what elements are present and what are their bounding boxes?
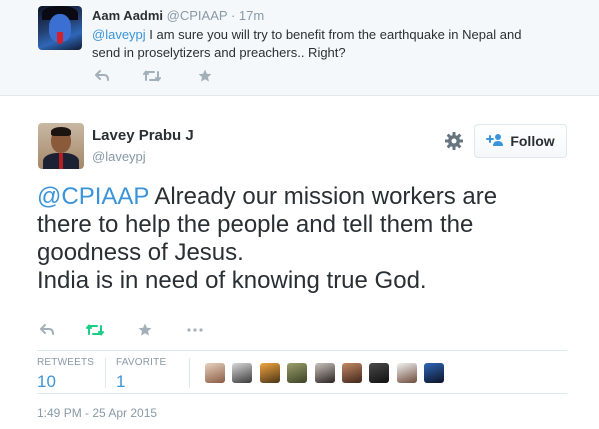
avatar[interactable] [397, 363, 417, 383]
tweet-timestamp[interactable]: 1:49 PM - 25 Apr 2015 [37, 406, 157, 420]
follow-person-icon [486, 133, 504, 150]
retweets-stat[interactable]: RETWEETS 10 [37, 357, 94, 392]
divider [37, 393, 567, 394]
avatar[interactable] [424, 363, 444, 383]
separator-dot: · [230, 8, 236, 23]
avatar[interactable] [369, 363, 389, 383]
tweet-text-line-2: there to help the people and tell them t… [37, 211, 474, 238]
avatar[interactable] [38, 6, 82, 50]
divider [37, 350, 567, 351]
avatar[interactable] [232, 363, 252, 383]
retweet-icon[interactable] [142, 66, 162, 86]
parent-author-handle[interactable]: @CPIAAP [167, 8, 228, 23]
retweet-icon[interactable] [85, 320, 105, 340]
tweet-text-line-3: goodness of Jesus. [37, 239, 244, 266]
avatar[interactable] [342, 363, 362, 383]
gear-icon[interactable] [444, 131, 464, 151]
tweet-text-line-4: India is in need of knowing true God. [37, 267, 427, 294]
avatar[interactable] [287, 363, 307, 383]
parent-text-line-2: send in proselytizers and preachers.. Ri… [92, 45, 346, 60]
parent-tweet-header: Aam Aadmi @CPIAAP · 17m [92, 8, 264, 23]
reply-icon[interactable] [92, 66, 112, 86]
retweets-label: RETWEETS [37, 357, 95, 368]
favorites-stat[interactable]: FAVORITE 1 [116, 357, 166, 392]
parent-tweet[interactable]: Aam Aadmi @CPIAAP · 17m @laveypj I am su… [0, 0, 599, 96]
follow-button[interactable]: Follow [474, 124, 567, 158]
more-icon[interactable] [185, 320, 205, 340]
author-name[interactable]: Lavey Prabu J [92, 127, 194, 144]
avatar[interactable] [315, 363, 335, 383]
tweet-text: @CPIAAP Already our mission workers are … [37, 183, 577, 295]
parent-text-line-1: I am sure you will try to benefit from t… [145, 27, 522, 42]
mention-link[interactable]: @CPIAAP [37, 183, 149, 210]
tweet-text-line-1: Already our mission workers are [148, 183, 498, 210]
follow-label: Follow [510, 133, 555, 149]
parent-author-name[interactable]: Aam Aadmi [92, 8, 163, 23]
parent-tweet-text: @laveypj I am sure you will try to benef… [92, 26, 562, 62]
divider [105, 358, 106, 388]
reply-icon[interactable] [37, 320, 57, 340]
author-handle[interactable]: @laveypj [92, 149, 146, 164]
favorite-icon[interactable] [135, 320, 155, 340]
retweets-count: 10 [37, 372, 56, 391]
favorite-icon[interactable] [195, 66, 215, 86]
parent-tweet-time[interactable]: 17m [239, 8, 264, 23]
favorites-count: 1 [116, 372, 126, 391]
divider [189, 358, 190, 388]
avatar[interactable] [260, 363, 280, 383]
avatar[interactable] [205, 363, 225, 383]
mention-link[interactable]: @laveypj [92, 27, 146, 42]
favorites-label: FAVORITE [116, 357, 167, 368]
avatar[interactable] [38, 123, 84, 169]
